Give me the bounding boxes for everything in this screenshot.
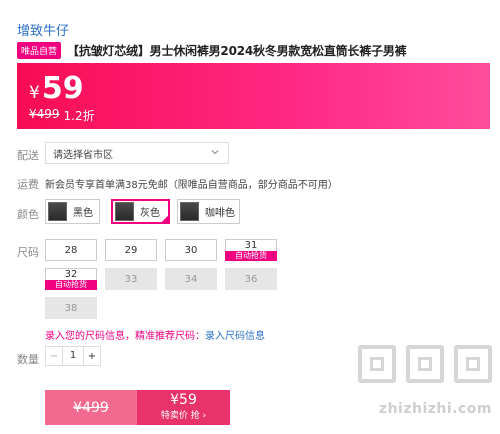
size-option-33: 33 [105, 268, 157, 290]
original-price: ¥499 [29, 107, 60, 121]
auto-grab-tag: 自动抢货 [225, 251, 277, 261]
original-price-button-label: ¥499 [73, 399, 109, 416]
size-option-29[interactable]: 29 [105, 239, 157, 261]
color-thumbnail [180, 202, 199, 221]
selected-check-icon [160, 214, 170, 224]
quantity-increase-button[interactable]: + [84, 347, 100, 365]
product-title: 【抗皱灯芯绒】男士休闲裤男2024秋冬男款宽松直筒长裤子男裤 [67, 44, 407, 58]
region-select[interactable]: 请选择省市区 [45, 142, 229, 164]
size-option-label: 28 [64, 244, 78, 256]
original-price-button[interactable]: ¥499 [45, 390, 137, 425]
watermark-glyph [358, 345, 396, 383]
brand-name[interactable]: 增致牛仔 [17, 20, 69, 39]
buy-now-price: ¥59 [170, 392, 197, 408]
color-option-gray[interactable]: 灰色 [111, 199, 170, 224]
current-price: ¥ 59 [29, 71, 84, 106]
size-label: 尺码 [17, 246, 39, 259]
watermark-glyph [406, 345, 444, 383]
site-watermark: zhizhizhi.com [352, 345, 492, 430]
size-option-label: 33 [124, 273, 138, 285]
size-option-label: 32 [64, 269, 78, 280]
color-thumbnail [115, 202, 134, 221]
size-option-30[interactable]: 30 [165, 239, 217, 261]
color-label: 颜色 [17, 208, 39, 221]
enter-size-link[interactable]: 录入尺码信息 [205, 331, 265, 342]
size-option-label: 36 [244, 273, 258, 285]
watermark-glyph [454, 345, 492, 383]
size-option-label: 30 [184, 244, 198, 256]
auto-grab-tag: 自动抢货 [45, 280, 97, 290]
color-option-black[interactable]: 黑色 [45, 199, 100, 224]
size-option-32[interactable]: 32 自动抢货 [45, 268, 97, 290]
freight-label: 运费 [17, 178, 39, 191]
size-option-38: 38 [45, 297, 97, 319]
discount-label: 1.2折 [63, 109, 95, 123]
current-price-value: 59 [41, 71, 84, 106]
size-option-label: 31 [244, 240, 258, 251]
region-select-value: 请选择省市区 [53, 149, 113, 161]
quantity-stepper[interactable]: − 1 + [45, 346, 101, 366]
color-option-label: 黑色 [73, 208, 93, 219]
color-thumbnail [48, 202, 67, 221]
size-tip-text: 录入您的尺码信息，精准推荐尺码： [45, 331, 205, 342]
size-option-31[interactable]: 31 自动抢货 [225, 239, 277, 261]
buy-now-label: 特卖价 抢 › [160, 411, 207, 421]
watermark-text: zhizhizhi.com [378, 401, 492, 417]
price-original-row: ¥499 1.2折 [29, 107, 95, 124]
color-option-label: 咖啡色 [205, 208, 235, 219]
size-option-label: 38 [64, 302, 78, 314]
size-option-label: 29 [124, 244, 138, 256]
size-option-34: 34 [165, 268, 217, 290]
product-title-row: 唯品自营 【抗皱灯芯绒】男士休闲裤男2024秋冬男款宽松直筒长裤子男裤 [17, 42, 407, 59]
size-option-28[interactable]: 28 [45, 239, 97, 261]
watermark-logo [352, 345, 492, 383]
quantity-decrease-button[interactable]: − [46, 347, 62, 365]
size-recommend-tip: 录入您的尺码信息，精准推荐尺码：录入尺码信息 [45, 327, 265, 342]
freight-info: 新会员专享首单满38元免邮（限唯品自营商品，部分商品不可用） [45, 180, 338, 191]
buy-now-button[interactable]: ¥59 特卖价 抢 › [137, 390, 230, 425]
vip-self-operated-tag: 唯品自营 [17, 42, 62, 59]
currency-symbol: ¥ [29, 83, 40, 103]
price-banner: ¥ 59 ¥499 1.2折 [17, 63, 490, 129]
color-option-label: 灰色 [140, 208, 160, 219]
size-option-label: 34 [184, 273, 198, 285]
color-option-coffee[interactable]: 咖啡色 [177, 199, 240, 224]
size-option-36: 36 [225, 268, 277, 290]
quantity-input[interactable]: 1 [62, 347, 84, 365]
shipping-label: 配送 [17, 149, 39, 162]
quantity-label: 数量 [17, 353, 39, 366]
chevron-down-icon [211, 150, 219, 155]
